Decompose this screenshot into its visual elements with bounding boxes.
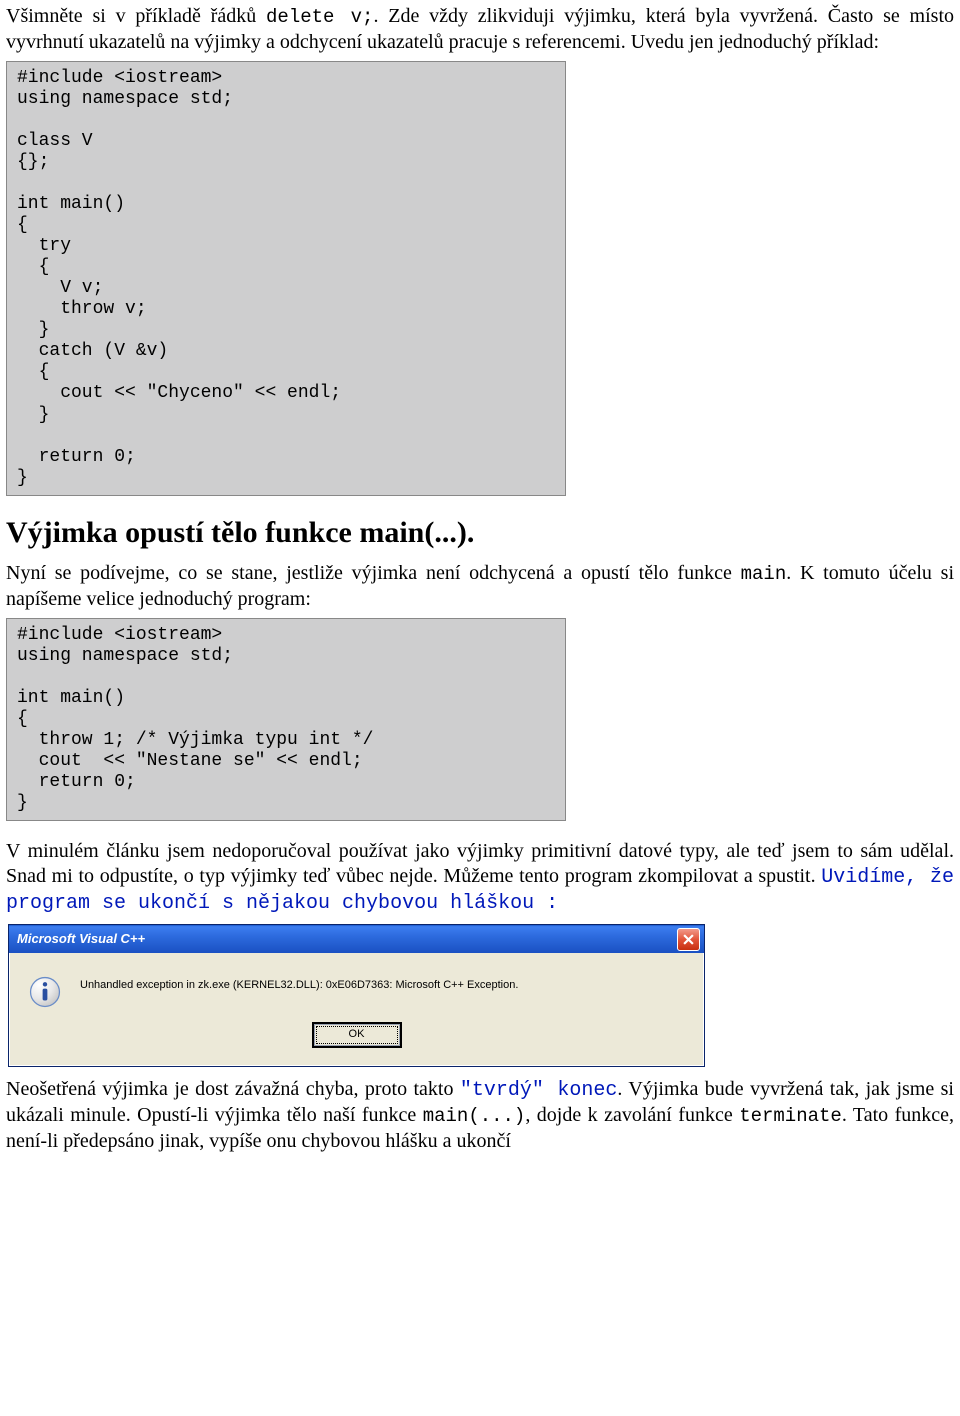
ok-button[interactable]: OK [313, 1023, 401, 1047]
p4-code1: "tvrdý" konec [460, 1079, 617, 1102]
close-icon[interactable] [677, 928, 700, 951]
p3-text-a: V minulém článku jsem nedoporučoval použ… [6, 840, 954, 887]
paragraph-4: Neošetřená výjimka je dost závažná chyba… [6, 1077, 954, 1154]
code-block-2: #include <iostream> using namespace std;… [6, 618, 566, 821]
dialog-title: Microsoft Visual C++ [17, 931, 145, 947]
p2-text-a: Nyní se podívejme, co se stane, jestliže… [6, 562, 741, 584]
p1-text-a: Všimněte si v příkladě řádků [6, 5, 266, 27]
code-block-1: #include <iostream> using namespace std;… [6, 61, 566, 496]
section-heading: Výjimka opustí tělo funkce main(...). [6, 514, 954, 552]
paragraph-2: Nyní se podívejme, co se stane, jestliže… [6, 561, 954, 612]
info-icon [28, 975, 62, 1009]
p4-code2: main(...) [423, 1105, 526, 1127]
error-dialog: Microsoft Visual C++ [8, 924, 705, 1067]
paragraph-1: Všimněte si v příkladě řádků delete v;. … [6, 4, 954, 55]
p1-code: delete v; [266, 6, 373, 28]
p4-text-a: Neošetřená výjimka je dost závažná chyba… [6, 1078, 460, 1100]
p2-code: main [741, 563, 787, 585]
p4-text-c: , dojde k zavolání funkce [525, 1104, 739, 1126]
paragraph-3: V minulém článku jsem nedoporučoval použ… [6, 839, 954, 916]
dialog-titlebar[interactable]: Microsoft Visual C++ [9, 925, 704, 953]
dialog-message: Unhandled exception in zk.exe (KERNEL32.… [80, 973, 518, 993]
p4-code3: terminate [739, 1105, 842, 1127]
